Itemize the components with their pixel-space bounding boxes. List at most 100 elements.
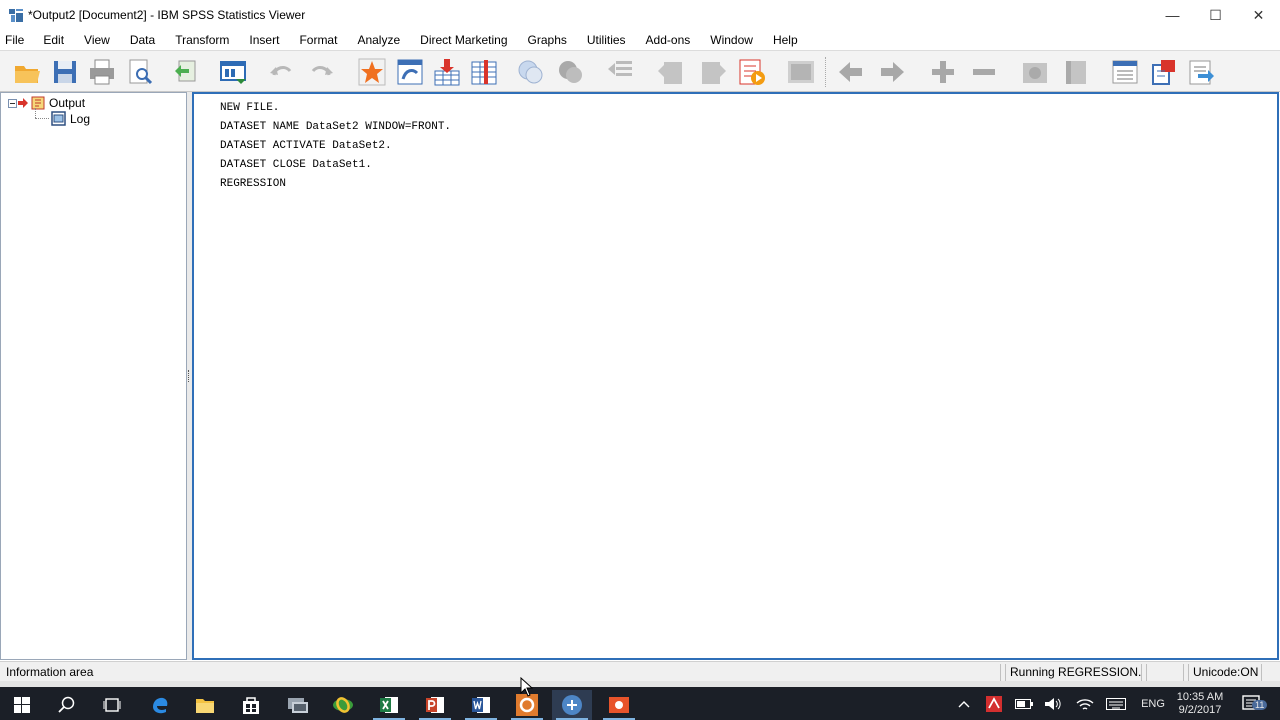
toolbar <box>0 50 1280 92</box>
clock[interactable]: 10:35 AM 9/2/2017 <box>1172 687 1228 720</box>
insert-cases-icon[interactable] <box>432 57 462 87</box>
log-icon <box>51 111 66 126</box>
log-line: REGRESSION <box>220 178 287 190</box>
undo-icon[interactable] <box>266 57 296 87</box>
print-preview-icon[interactable] <box>125 57 155 87</box>
title-bar: *Output2 [Document2] - IBM SPSS Statisti… <box>0 0 1280 30</box>
show-chart-icon[interactable] <box>516 57 546 87</box>
redo-icon[interactable] <box>307 57 337 87</box>
tree-connector <box>35 108 36 118</box>
antivirus-icon[interactable] <box>984 687 1004 720</box>
hide-icon[interactable] <box>1061 57 1091 87</box>
desktop-app-icon[interactable] <box>278 690 318 720</box>
tree-connector <box>35 118 49 119</box>
output-book-icon <box>31 96 45 110</box>
insert-text-icon[interactable] <box>1186 57 1216 87</box>
battery-icon[interactable] <box>1014 687 1034 720</box>
show-icon[interactable] <box>1020 57 1050 87</box>
promote-icon[interactable] <box>656 57 686 87</box>
mouse-cursor-icon <box>520 676 534 697</box>
wifi-icon[interactable] <box>1075 687 1095 720</box>
menu-direct-marketing[interactable]: Direct Marketing <box>420 33 507 47</box>
print-icon[interactable] <box>87 57 117 87</box>
log-line: DATASET ACTIVATE DataSet2. <box>220 140 392 152</box>
collapse-toggle-icon[interactable] <box>8 98 17 108</box>
export-icon[interactable] <box>171 57 201 87</box>
open-icon[interactable] <box>12 57 42 87</box>
variables-icon[interactable] <box>469 57 499 87</box>
window-title: *Output2 [Document2] - IBM SPSS Statisti… <box>28 8 306 22</box>
menu-insert[interactable]: Insert <box>249 33 279 47</box>
expand-icon[interactable] <box>928 57 958 87</box>
spss-app-icon[interactable] <box>8 7 24 23</box>
menu-graphs[interactable]: Graphs <box>528 33 567 47</box>
menu-utilities[interactable]: Utilities <box>587 33 626 47</box>
menu-edit[interactable]: Edit <box>43 33 64 47</box>
language-indicator[interactable]: ENG <box>1138 687 1168 720</box>
menu-view[interactable]: View <box>84 33 110 47</box>
designate-window-icon[interactable] <box>606 57 636 87</box>
edge-icon[interactable] <box>140 690 180 720</box>
status-running: Running REGRESSION... <box>1005 664 1142 681</box>
windows-taskbar: ENG 10:35 AM 9/2/2017 11 <box>0 687 1280 720</box>
tree-item-output[interactable]: Output <box>8 96 85 110</box>
task-view-icon[interactable] <box>92 690 132 720</box>
collapse-icon[interactable] <box>969 57 999 87</box>
menu-help[interactable]: Help <box>773 33 798 47</box>
excel-icon[interactable] <box>369 690 409 720</box>
log-line: DATASET CLOSE DataSet1. <box>220 159 372 171</box>
file-explorer-icon[interactable] <box>185 690 225 720</box>
back-icon[interactable] <box>836 57 866 87</box>
toolbar-separator <box>825 57 826 87</box>
status-bar: Information area Running REGRESSION... U… <box>0 661 1280 681</box>
maximize-button[interactable]: ☐ <box>1194 0 1237 30</box>
tree-label-log: Log <box>70 111 91 126</box>
recall-dialog-icon[interactable] <box>218 57 248 87</box>
recorder-icon[interactable] <box>599 690 639 720</box>
clock-time: 10:35 AM <box>1176 690 1224 703</box>
hide-chart-icon[interactable] <box>556 57 586 87</box>
tree-label-output: Output <box>49 96 86 110</box>
menu-window[interactable]: Window <box>710 33 753 47</box>
menu-format[interactable]: Format <box>299 33 337 47</box>
menu-analyze[interactable]: Analyze <box>357 33 400 47</box>
outline-pane[interactable]: Output Log <box>0 92 187 660</box>
powerpoint-icon[interactable] <box>415 690 455 720</box>
insert-heading-icon[interactable] <box>1110 57 1140 87</box>
insert-title-icon[interactable] <box>1149 57 1179 87</box>
select-last-output-icon[interactable] <box>786 57 816 87</box>
spss-icon[interactable] <box>552 690 592 720</box>
close-button[interactable]: ✕ <box>1237 0 1280 30</box>
notifications-icon[interactable]: 11 <box>1238 687 1268 720</box>
forward-icon[interactable] <box>877 57 907 87</box>
menu-transform[interactable]: Transform <box>175 33 229 47</box>
go-to-variable-icon[interactable] <box>395 57 425 87</box>
splitter-grip <box>188 370 191 382</box>
minimize-button[interactable]: — <box>1151 0 1194 30</box>
browser-icon[interactable] <box>323 690 363 720</box>
menu-file[interactable]: File <box>5 33 24 47</box>
arrow-right-icon <box>18 98 28 108</box>
run-script-icon[interactable] <box>737 57 767 87</box>
log-line: DATASET NAME DataSet2 WINDOW=FRONT. <box>220 121 452 133</box>
word-icon[interactable] <box>461 690 501 720</box>
clock-date: 9/2/2017 <box>1178 703 1222 716</box>
tree-item-log[interactable]: Log <box>51 111 90 126</box>
log-line: NEW FILE. <box>220 102 280 114</box>
status-information-area: Information area <box>2 664 1001 681</box>
store-icon[interactable] <box>231 690 271 720</box>
status-unicode: Unicode:ON <box>1188 664 1262 681</box>
menu-data[interactable]: Data <box>130 33 155 47</box>
notification-count-badge: 11 <box>1252 700 1268 710</box>
search-icon[interactable] <box>47 690 87 720</box>
output-content-pane[interactable]: NEW FILE. DATASET NAME DataSet2 WINDOW=F… <box>192 92 1279 660</box>
menu-bar: File Edit View Data Transform Insert For… <box>0 30 1280 50</box>
show-hidden-icons[interactable] <box>954 687 974 720</box>
start-icon[interactable] <box>2 690 42 720</box>
go-to-case-icon[interactable] <box>357 57 387 87</box>
menu-add-ons[interactable]: Add-ons <box>646 33 691 47</box>
volume-icon[interactable] <box>1043 687 1063 720</box>
demote-icon[interactable] <box>698 57 728 87</box>
keyboard-icon[interactable] <box>1105 687 1127 720</box>
save-icon[interactable] <box>50 57 80 87</box>
